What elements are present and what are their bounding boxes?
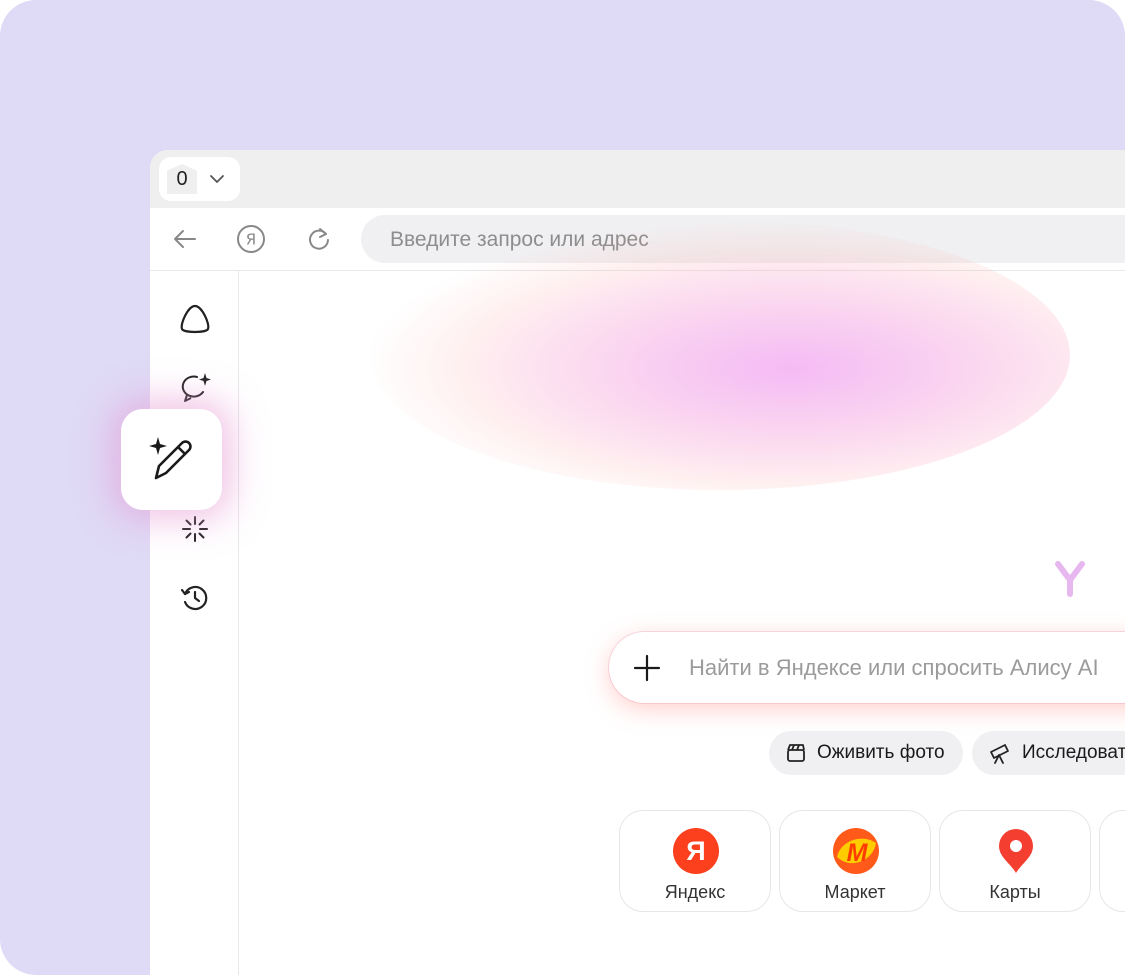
yandex-logo-icon: Я (672, 827, 720, 875)
chip-label: Оживить фото (817, 742, 945, 763)
alice-icon[interactable] (177, 301, 213, 337)
clapperboard-icon (787, 744, 805, 762)
market-logo-icon: M (832, 827, 880, 875)
tile-label: Яндекс (664, 882, 726, 902)
search-placeholder: Найти в Яндексе или спросить Алису AI (689, 655, 1099, 680)
tab-switcher-button[interactable]: 0 (159, 157, 240, 201)
svg-text:Я: Я (246, 231, 256, 249)
magic-pen-icon (148, 436, 192, 479)
yandex-alice-logo (898, 550, 1125, 610)
background-frame: 0 Я Введите запрос или адрес Найти в Янд… (0, 0, 1125, 975)
reload-icon[interactable] (304, 224, 334, 254)
tab-count-badge: 0 (167, 164, 197, 194)
history-icon[interactable] (177, 580, 213, 616)
maps-pin-icon (992, 827, 1040, 875)
sparkle-burst-icon[interactable] (177, 511, 213, 547)
tile-maps[interactable]: Карты (939, 810, 1091, 912)
tile-partial[interactable] (1099, 810, 1125, 912)
svg-text:M: M (847, 839, 869, 867)
tile-yandex[interactable]: Я Яндекс (619, 810, 771, 912)
alice-glow (370, 220, 1070, 490)
tile-label: Маркет (824, 882, 886, 902)
magic-pen-button[interactable] (121, 409, 222, 510)
telescope-icon (990, 744, 1009, 764)
search-box[interactable]: Найти в Яндексе или спросить Алису AI (609, 632, 1125, 703)
chip-research[interactable]: Исследоват (972, 731, 1125, 775)
chat-sparkle-icon[interactable] (177, 370, 213, 406)
chip-animate-photo[interactable]: Оживить фото (769, 731, 963, 775)
back-arrow-icon[interactable] (170, 224, 200, 254)
svg-text:Я: Я (686, 836, 705, 866)
sidebar (150, 271, 239, 975)
chip-label: Исследоват (1022, 742, 1125, 763)
tab-bar: 0 (150, 150, 1125, 208)
yandex-circle-icon[interactable]: Я (236, 224, 266, 254)
plus-icon[interactable] (633, 654, 661, 682)
tile-label: Карты (989, 882, 1041, 902)
chevron-down-icon (207, 169, 227, 189)
tile-market[interactable]: M Маркет (779, 810, 931, 912)
